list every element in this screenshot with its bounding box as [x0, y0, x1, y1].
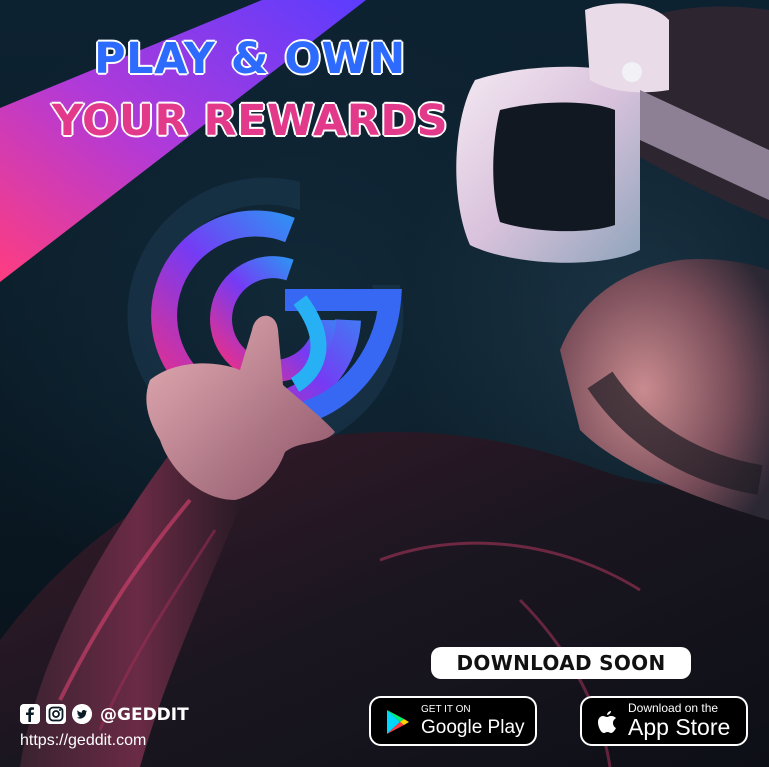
- headline-line-2: YOUR REWARDS: [51, 96, 449, 146]
- facebook-icon[interactable]: [20, 704, 40, 724]
- google-play-icon: [387, 710, 409, 734]
- download-soon-badge: DOWNLOAD SOON: [431, 647, 691, 679]
- headline-line-1: PLAY & OWN: [93, 34, 406, 84]
- poster: PLAY & OWN YOUR REWARDS DOWNLOAD SOON GE…: [0, 0, 769, 767]
- apple-icon: [598, 711, 616, 733]
- app-store-big-label: App Store: [628, 714, 731, 740]
- app-store-button[interactable]: Download on the App Store: [580, 696, 748, 746]
- website-link[interactable]: https://geddit.com: [20, 731, 146, 751]
- google-play-big-label: Google Play: [421, 717, 525, 738]
- twitter-icon[interactable]: [72, 704, 92, 724]
- google-play-small-label: GET IT ON: [421, 704, 471, 715]
- instagram-icon[interactable]: [46, 704, 66, 724]
- app-store-small-label: Download on the: [628, 701, 719, 715]
- social-handle[interactable]: @GEDDIT: [100, 704, 189, 726]
- google-play-button[interactable]: GET IT ON Google Play: [369, 696, 537, 746]
